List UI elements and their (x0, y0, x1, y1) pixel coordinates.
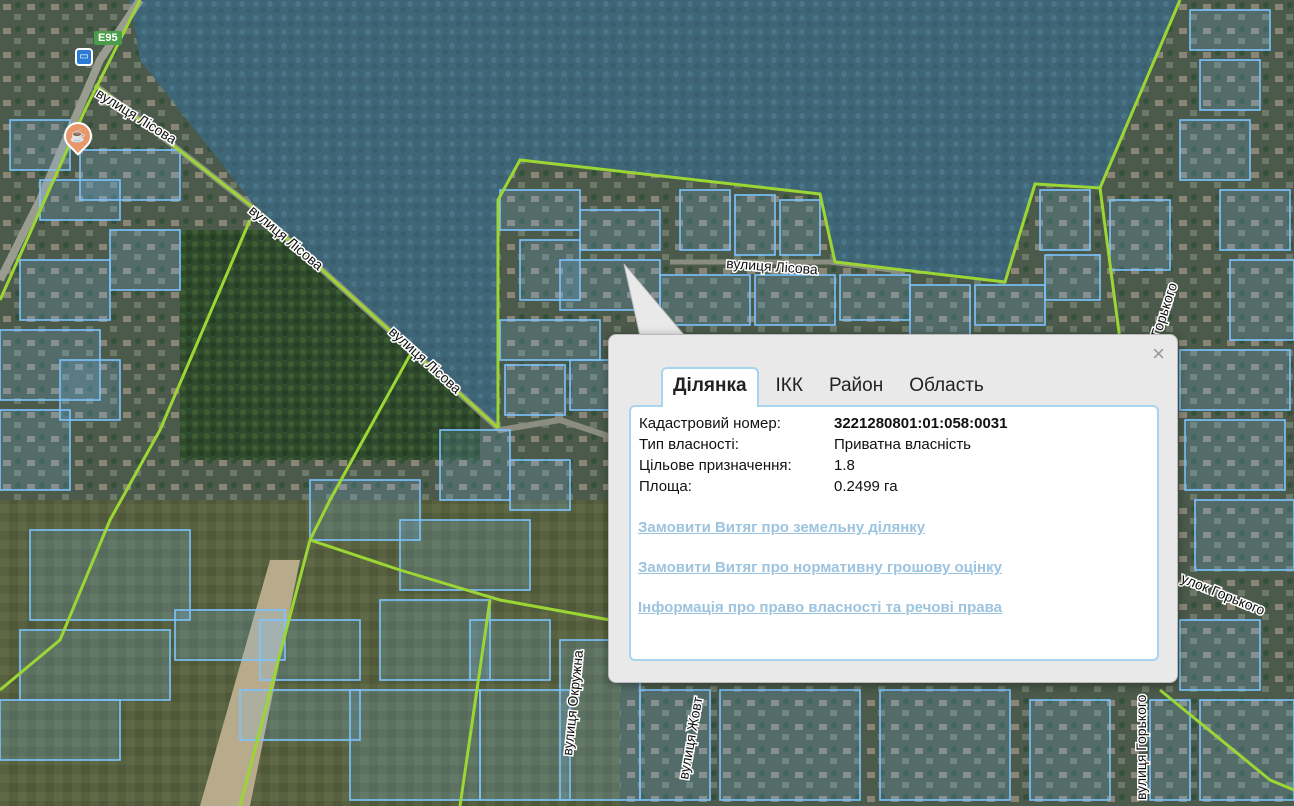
order-valuation-extract-link[interactable]: Замовити Витяг про нормативну грошову оц… (638, 559, 1002, 576)
field-row-area: Площа: 0.2499 га (639, 478, 898, 495)
road-badge: E95 (94, 31, 122, 45)
ownership-rights-info-link[interactable]: Інформація про право власності та речові… (638, 599, 1002, 616)
ownership-type-value: Приватна власність (834, 436, 971, 453)
field-row-cadastral-number: Кадастровий номер: 3221280801:01:058:0031 (639, 415, 1008, 432)
field-label: Кадастровий номер: (639, 415, 781, 432)
field-row-ownership-type: Тип власності: Приватна власність (639, 436, 971, 453)
field-label: Цільове призначення: (639, 457, 792, 474)
tab-district[interactable]: Район (820, 369, 892, 405)
purpose-value: 1.8 (834, 457, 855, 474)
tab-parcel[interactable]: Ділянка (661, 367, 759, 407)
tab-ikk[interactable]: ІКК (767, 369, 812, 405)
parcel-info-popup: × Ділянка ІКК Район Область Кадастровий … (608, 334, 1178, 683)
parcel-info-panel: Кадастровий номер: 3221280801:01:058:0031… (629, 405, 1159, 661)
area-value: 0.2499 га (834, 478, 898, 495)
close-icon[interactable]: × (1152, 343, 1165, 365)
bus-icon[interactable]: ▭ (75, 48, 93, 66)
popup-tabs: Ділянка ІКК Район Область (661, 365, 1001, 407)
street-label: вулиця Горького (1133, 694, 1149, 800)
cadastral-number-value: 3221280801:01:058:0031 (834, 415, 1008, 432)
tab-region[interactable]: Область (900, 369, 993, 405)
field-row-purpose: Цільове призначення: 1.8 (639, 457, 855, 474)
field-label: Тип власності: (639, 436, 739, 453)
order-parcel-extract-link[interactable]: Замовити Витяг про земельну ділянку (638, 519, 925, 536)
field-label: Площа: (639, 478, 692, 495)
